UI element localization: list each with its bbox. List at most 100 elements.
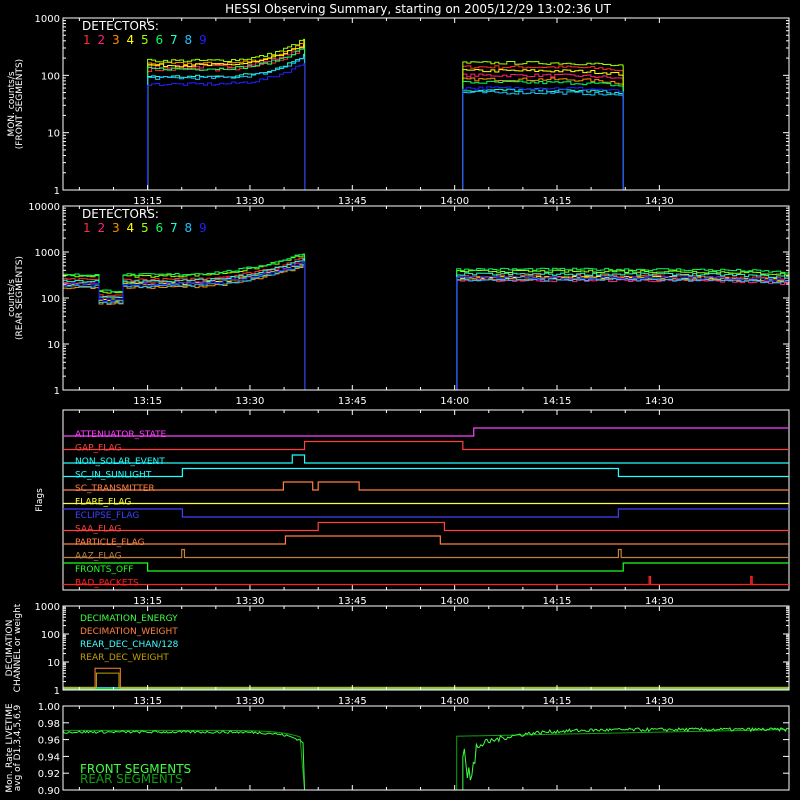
y-tick-label: 10000 — [28, 202, 60, 213]
time-tick-label: 13:15 — [133, 196, 162, 207]
y-tick-label: 1.00 — [38, 702, 60, 713]
time-tick-label: 14:30 — [645, 696, 674, 707]
detector-2-line — [63, 44, 789, 190]
detector-5-line — [63, 38, 789, 190]
time-tick-label: 13:45 — [338, 196, 367, 207]
flag-line-particle-flag — [63, 535, 789, 545]
detector-9-line — [63, 63, 789, 190]
legend-detector-7: 7 — [170, 221, 178, 235]
y-tick-label: 100 — [41, 294, 60, 305]
y-tick-label: 10 — [47, 129, 60, 140]
y-tick-label: 1000 — [35, 602, 60, 613]
y-tick-label: 1 — [54, 686, 60, 697]
flag-line-sc-in-sunlight — [63, 467, 789, 478]
y-tick-label: 100 — [41, 630, 60, 641]
decimation-legend-1: DECIMATION_ENERGY — [80, 614, 178, 624]
legend-title: DETECTORS: — [82, 19, 159, 33]
panel-rear: 1 10 100 1000 10000 13:15 13:30 13:45 14:00 14:15… — [7, 202, 790, 407]
legend-detector-4: 4 — [127, 33, 135, 47]
flag-label: BAD_PACKETS — [75, 579, 139, 589]
flag-label: FRONTS_OFF — [75, 565, 133, 575]
time-tick-label: 13:45 — [338, 396, 367, 407]
time-tick-label: 14:30 — [645, 196, 674, 207]
time-tick-label: 13:30 — [236, 396, 265, 407]
detector-6-line — [63, 47, 789, 190]
flag-label: FLARE_FLAG — [75, 498, 131, 508]
figure-title: HESSI Observing Summary, starting on 200… — [225, 2, 611, 16]
time-tick-label: 14:15 — [543, 696, 572, 707]
time-tick-label: 14:00 — [440, 396, 469, 407]
flag-label: SAA_FLAG — [75, 525, 121, 535]
decimation-legend-2: DECIMATION_WEIGHT — [80, 627, 178, 637]
detector-1-line — [63, 257, 789, 390]
flag-line-bad-packets — [63, 575, 789, 586]
time-tick-label: 14:15 — [543, 596, 572, 607]
time-tick-label: 13:15 — [133, 696, 162, 707]
flag-label: ATTENUATOR_STATE — [75, 430, 167, 440]
y-tick-label: 1000 — [35, 248, 60, 259]
y-tick-label: 1 — [54, 186, 60, 197]
detector-3-line — [63, 264, 789, 390]
y-axis-label-2: (FRONT SEGMENTS) — [15, 59, 25, 149]
detector-4-line — [63, 43, 789, 190]
time-tick-label: 13:30 — [236, 696, 265, 707]
y-tick-label: 10 — [47, 658, 60, 669]
legend-detector-8: 8 — [185, 33, 193, 47]
decimation-legend-4: REAR_DEC_WEIGHT — [80, 653, 169, 663]
panel-front: 1 10 100 1000 13:15 13:30 13:45 14:00 14:15 14:30… — [7, 14, 790, 207]
flag-label: AAZ_FLAG — [75, 552, 122, 562]
flag-line-saa-flag — [63, 521, 789, 532]
panel-flags: 13:15 13:30 13:45 14:00 14:15 14:30 Flags ATTEN… — [35, 409, 790, 607]
flag-line-non-solar-event — [63, 454, 789, 464]
y-axis-label: Flags — [35, 488, 45, 512]
flag-line-attenuator-state — [63, 427, 789, 437]
detector-6-line — [63, 254, 789, 390]
time-tick-label: 13:45 — [338, 596, 367, 607]
decimation-line-2 — [63, 667, 789, 689]
y-tick-label: 0.90 — [38, 786, 60, 797]
legend-detector-9: 9 — [199, 221, 207, 235]
flag-label: GAP_FLAG — [75, 444, 121, 454]
legend-detector-9: 9 — [199, 33, 207, 47]
detector-4-line — [63, 261, 789, 390]
legend-rear-segments: REAR SEGMENTS — [80, 772, 183, 786]
flag-line-gap-flag — [63, 440, 789, 451]
observing-summary-figure: HESSI Observing Summary, starting on 200… — [5, 2, 790, 797]
detector-8-line — [63, 56, 789, 190]
legend-detector-7: 7 — [170, 33, 178, 47]
decimation-legend-3: REAR_DEC_CHAN/128 — [80, 640, 179, 650]
y-tick-label: 0.98 — [38, 719, 60, 730]
flag-label: SC_TRANSMITTER — [75, 484, 155, 494]
flag-label: SC_IN_SUNLIGHT — [75, 471, 152, 481]
legend-detector-2: 2 — [98, 33, 106, 47]
panel-livetime: 0.900.920.940.960.981.00Mon. Rate LIVETI… — [5, 702, 790, 797]
y-axis-label-2: CHANNEL or weight — [13, 603, 23, 692]
y-tick-label: 1000 — [35, 14, 60, 25]
legend-detector-1: 1 — [83, 33, 91, 47]
detector-7-line — [63, 53, 789, 190]
series-lines — [63, 253, 789, 390]
legend-detector-5: 5 — [141, 33, 149, 47]
legend-title: DETECTORS: — [82, 207, 159, 221]
y-tick-label: 10 — [47, 340, 60, 351]
legend-detector-1: 1 — [83, 221, 91, 235]
legend-detector-4: 4 — [127, 221, 135, 235]
y-tick-label: 100 — [41, 71, 60, 82]
legend-detector-3: 3 — [112, 221, 120, 235]
flag-line-sc-transmitter — [63, 481, 789, 491]
legend-detector-6: 6 — [156, 221, 164, 235]
legend-detector-3: 3 — [112, 33, 120, 47]
time-tick-label: 14:15 — [543, 196, 572, 207]
flag-line-eclipse-flag — [63, 508, 789, 518]
flag-label: NON_SOLAR_EVENT — [75, 457, 165, 467]
time-tick-label: 13:15 — [133, 596, 162, 607]
y-axis-label-2: avg of D1,3,4,5,6,9 — [13, 704, 23, 791]
flag-line-fronts-off — [63, 562, 789, 572]
flag-label: PARTICLE_FLAG — [75, 538, 145, 548]
time-tick-label: 14:00 — [440, 596, 469, 607]
flag-line-aaz-flag — [63, 548, 789, 559]
time-tick-label: 13:30 — [236, 196, 265, 207]
time-tick-label: 13:45 — [338, 696, 367, 707]
legend-detector-5: 5 — [141, 221, 149, 235]
decimation-line-4 — [63, 672, 789, 688]
